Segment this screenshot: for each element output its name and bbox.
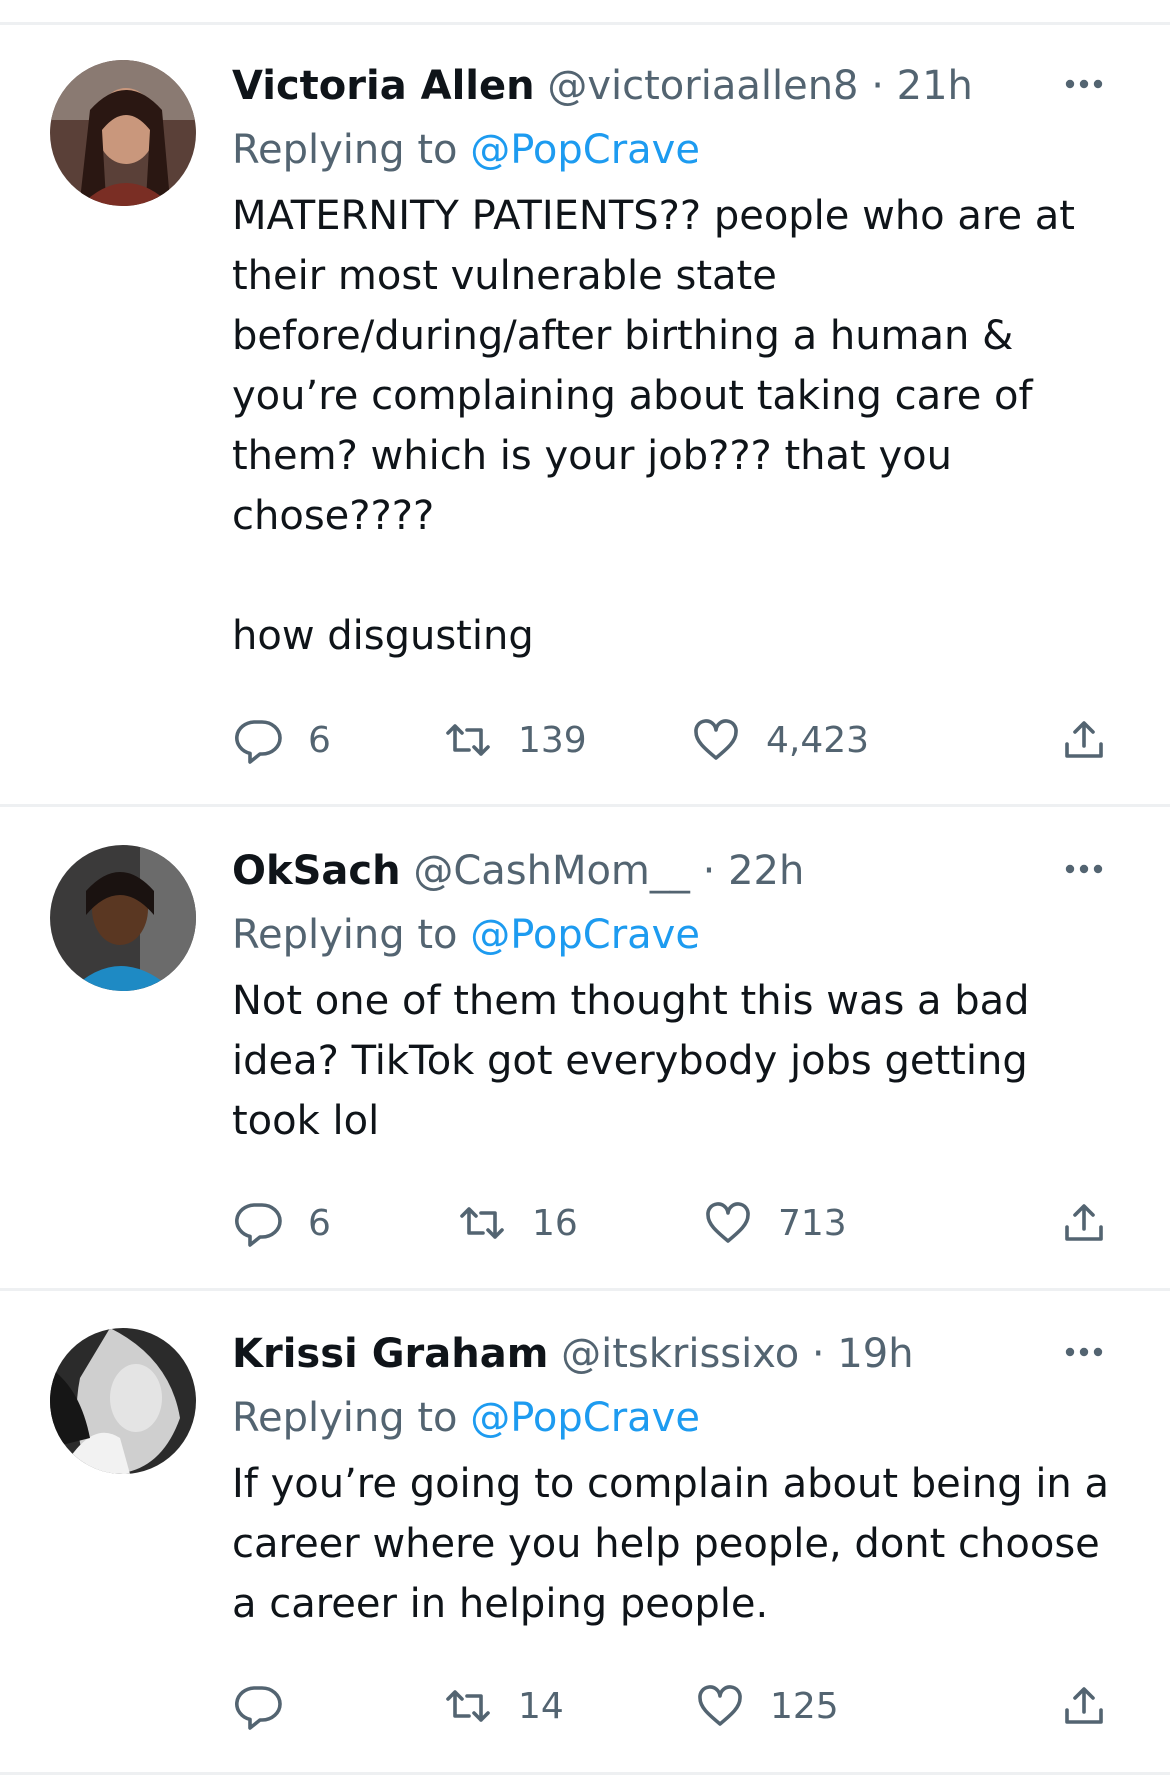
share-button[interactable] bbox=[1058, 1676, 1110, 1736]
retweet-icon bbox=[456, 1197, 508, 1249]
replying-prefix: Replying to bbox=[232, 127, 471, 173]
retweet-button[interactable]: 14 bbox=[442, 1676, 564, 1736]
like-icon bbox=[690, 714, 742, 766]
tweet-timestamp[interactable]: 22h bbox=[728, 848, 804, 894]
like-count: 4,423 bbox=[766, 719, 870, 761]
avatar[interactable] bbox=[50, 845, 196, 991]
like-button[interactable]: 4,423 bbox=[690, 710, 869, 770]
like-icon bbox=[694, 1680, 746, 1732]
reply-icon bbox=[232, 1680, 284, 1732]
reply-count: 6 bbox=[308, 719, 331, 761]
reply-button[interactable] bbox=[232, 1676, 308, 1736]
tweet-text: Not one of them thought this was a bad i… bbox=[232, 978, 1030, 1144]
top-divider bbox=[0, 22, 1170, 25]
tweet-actions: 6 139 4,423 bbox=[232, 710, 1110, 770]
user-handle[interactable]: @CashMom__ bbox=[413, 848, 690, 894]
tweet-divider bbox=[0, 804, 1170, 807]
user-handle[interactable]: @victoriaallen8 bbox=[547, 63, 858, 109]
reply-button[interactable]: 6 bbox=[232, 710, 331, 770]
reply-button[interactable]: 6 bbox=[232, 1193, 331, 1253]
share-button[interactable] bbox=[1058, 710, 1110, 770]
retweet-count: 139 bbox=[518, 719, 587, 761]
like-count: 713 bbox=[778, 1202, 847, 1244]
tweet-text: MATERNITY PATIENTS?? people who are at t… bbox=[232, 193, 1075, 659]
replying-to-link[interactable]: @PopCrave bbox=[470, 912, 700, 958]
like-button[interactable]: 125 bbox=[694, 1676, 839, 1736]
tweet-timestamp[interactable]: 19h bbox=[837, 1331, 913, 1377]
like-count: 125 bbox=[770, 1685, 839, 1727]
share-icon bbox=[1058, 1680, 1110, 1732]
replying-to: Replying to @PopCrave bbox=[232, 909, 1110, 961]
tweet-timestamp[interactable]: 21h bbox=[897, 63, 973, 109]
meta-separator: · bbox=[858, 63, 897, 109]
share-button[interactable] bbox=[1058, 1193, 1110, 1253]
replying-prefix: Replying to bbox=[232, 1395, 471, 1441]
tweet-header: Krissi Graham @itskrissixo · 19h bbox=[232, 1328, 1110, 1380]
retweet-icon bbox=[442, 1680, 494, 1732]
tweet-divider bbox=[0, 1288, 1170, 1291]
display-name[interactable]: Krissi Graham bbox=[232, 1331, 548, 1377]
tweet-text: If you’re going to complain about being … bbox=[232, 1461, 1110, 1627]
like-icon bbox=[702, 1197, 754, 1249]
retweet-icon bbox=[442, 714, 494, 766]
reply-icon bbox=[232, 1197, 284, 1249]
display-name[interactable]: OkSach bbox=[232, 848, 401, 894]
replying-to-link[interactable]: @PopCrave bbox=[470, 127, 700, 173]
more-icon[interactable] bbox=[1058, 58, 1110, 110]
reply-icon bbox=[232, 714, 284, 766]
user-handle[interactable]: @itskrissixo bbox=[561, 1331, 799, 1377]
tweet-actions: 14 125 bbox=[232, 1676, 1110, 1736]
avatar[interactable] bbox=[50, 60, 196, 206]
retweet-count: 16 bbox=[532, 1202, 578, 1244]
bottom-divider bbox=[0, 1772, 1170, 1775]
reply-feed: Victoria Allen @victoriaallen8 · 21h Rep… bbox=[0, 0, 1170, 1790]
replying-prefix: Replying to bbox=[232, 912, 471, 958]
share-icon bbox=[1058, 1197, 1110, 1249]
display-name[interactable]: Victoria Allen bbox=[232, 63, 535, 109]
tweet-header: Victoria Allen @victoriaallen8 · 21h bbox=[232, 60, 1110, 112]
retweet-button[interactable]: 139 bbox=[442, 710, 587, 770]
meta-separator: · bbox=[689, 848, 729, 894]
retweet-count: 14 bbox=[518, 1685, 564, 1727]
replying-to: Replying to @PopCrave bbox=[232, 124, 1110, 176]
more-icon[interactable] bbox=[1058, 1326, 1110, 1378]
like-button[interactable]: 713 bbox=[702, 1193, 847, 1253]
tweet-header: OkSach @CashMom__ · 22h bbox=[232, 845, 1110, 897]
more-icon[interactable] bbox=[1058, 843, 1110, 895]
replying-to-link[interactable]: @PopCrave bbox=[470, 1395, 700, 1441]
share-icon bbox=[1058, 714, 1110, 766]
replying-to: Replying to @PopCrave bbox=[232, 1392, 1110, 1444]
retweet-button[interactable]: 16 bbox=[456, 1193, 578, 1253]
tweet-actions: 6 16 713 bbox=[232, 1193, 1110, 1253]
avatar[interactable] bbox=[50, 1328, 196, 1474]
meta-separator: · bbox=[799, 1331, 838, 1377]
reply-count: 6 bbox=[308, 1202, 331, 1244]
